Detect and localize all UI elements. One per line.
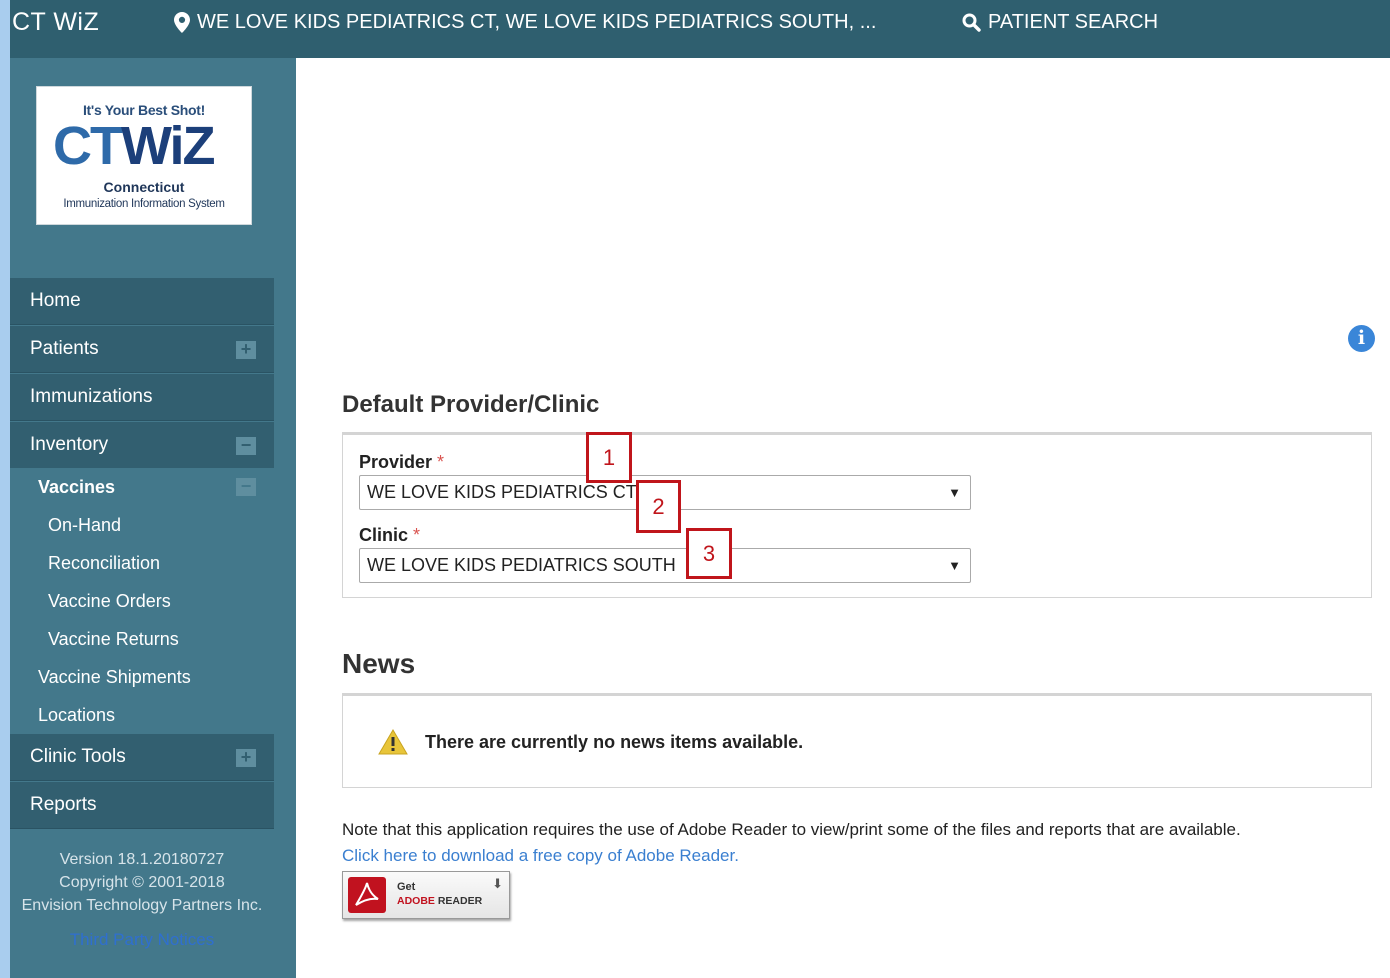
- sidebar-item-label: Vaccine Returns: [48, 629, 179, 649]
- news-panel: There are currently no news items availa…: [342, 693, 1372, 788]
- sidebar-nav: Home Patients + Immunizations Inventory …: [10, 278, 274, 830]
- sidebar-item-label: Immunizations: [30, 386, 153, 407]
- third-party-notices-link[interactable]: Third Party Notices: [10, 930, 274, 950]
- sidebar-item-immunizations[interactable]: Immunizations: [10, 374, 274, 421]
- sidebar-item-label: Inventory: [30, 434, 109, 455]
- download-arrow-icon: ⬇: [492, 876, 503, 891]
- sidebar-item-label: Reports: [30, 794, 97, 815]
- default-provider-title: Default Provider/Clinic: [342, 391, 600, 418]
- news-title: News: [342, 648, 416, 679]
- callout-2: 2: [636, 480, 681, 533]
- sidebar-item-home[interactable]: Home: [10, 278, 274, 325]
- top-bar: CT WiZ WE LOVE KIDS PEDIATRICS CT, WE LO…: [10, 0, 1390, 58]
- main-content: i Default Provider/Clinic Provider * WE L…: [296, 58, 1390, 978]
- badge-get-text: Get: [397, 881, 416, 893]
- expand-icon[interactable]: +: [236, 340, 256, 359]
- collapse-icon[interactable]: −: [236, 477, 256, 496]
- version-text: Version 18.1.20180727: [59, 851, 225, 868]
- sidebar-item-vaccine-returns[interactable]: Vaccine Returns: [10, 620, 274, 658]
- get-adobe-reader-button[interactable]: Get ADOBE READER ⬇: [342, 871, 510, 919]
- news-empty-message: There are currently no news items availa…: [425, 732, 804, 752]
- clinic-label: Clinic *: [359, 525, 420, 546]
- company-text: Envision Technology Partners Inc.: [21, 897, 263, 914]
- sidebar-item-label: On-Hand: [48, 515, 122, 535]
- location-text: WE LOVE KIDS PEDIATRICS CT, WE LOVE KIDS…: [197, 11, 877, 33]
- sidebar-item-reports[interactable]: Reports: [10, 782, 274, 829]
- sidebar-item-label: Patients: [30, 338, 99, 359]
- clinic-select-value: WE LOVE KIDS PEDIATRICS SOUTH: [367, 555, 676, 575]
- dropdown-arrow-icon: ▼: [948, 485, 961, 500]
- provider-select-value: WE LOVE KIDS PEDIATRICS CT: [367, 482, 637, 502]
- logo-system-name: Immunization Information System: [63, 198, 225, 210]
- patient-search-label: PATIENT SEARCH: [988, 11, 1159, 33]
- sidebar: It's Your Best Shot! CTWiZ Connecticut I…: [10, 58, 296, 978]
- clinic-label-text: Clinic: [359, 525, 409, 545]
- sidebar-item-vaccine-orders[interactable]: Vaccine Orders: [10, 582, 274, 620]
- clinic-select[interactable]: WE LOVE KIDS PEDIATRICS SOUTH ▼: [359, 548, 971, 583]
- inventory-submenu: Vaccines − On-Hand Reconciliation Vaccin…: [10, 468, 274, 734]
- badge-adobe-text: ADOBE: [397, 895, 435, 907]
- copyright-text: Copyright © 2001-2018: [59, 874, 225, 891]
- adobe-pdf-icon: [348, 877, 386, 913]
- collapse-icon[interactable]: −: [236, 436, 256, 455]
- required-asterisk: *: [437, 452, 445, 472]
- sidebar-item-label: Locations: [38, 705, 116, 725]
- logo-state: Connecticut: [103, 179, 185, 195]
- sidebar-item-patients[interactable]: Patients +: [10, 326, 274, 373]
- map-pin-icon: [174, 12, 190, 33]
- app-brand[interactable]: CT WiZ: [12, 8, 99, 37]
- badge-product-text: ADOBE READER: [397, 895, 482, 907]
- sidebar-item-locations[interactable]: Locations: [10, 696, 274, 734]
- sidebar-item-label: Reconciliation: [48, 553, 161, 573]
- location-selector[interactable]: WE LOVE KIDS PEDIATRICS CT, WE LOVE KIDS…: [174, 11, 876, 34]
- logo-mark-ct: CT: [53, 116, 123, 176]
- sidebar-item-label: Vaccine Orders: [48, 591, 171, 611]
- sidebar-item-vaccine-shipments[interactable]: Vaccine Shipments: [10, 658, 274, 696]
- adobe-note: Note that this application requires the …: [342, 820, 1241, 839]
- sidebar-item-label: Vaccine Shipments: [38, 667, 191, 687]
- callout-3: 3: [686, 528, 732, 579]
- sidebar-item-label: Clinic Tools: [30, 746, 126, 767]
- provider-label: Provider *: [359, 452, 444, 473]
- default-provider-panel: Provider * WE LOVE KIDS PEDIATRICS CT ▼ C…: [342, 432, 1372, 598]
- callout-1: 1: [586, 432, 632, 483]
- warning-icon: [378, 729, 408, 755]
- dropdown-arrow-icon: ▼: [948, 558, 961, 573]
- adobe-download-link[interactable]: Click here to download a free copy of Ad…: [342, 846, 739, 866]
- expand-icon[interactable]: +: [236, 748, 256, 767]
- sidebar-item-vaccines[interactable]: Vaccines −: [10, 468, 274, 506]
- version-info: Version 18.1.20180727 Copyright © 2001-2…: [10, 848, 274, 917]
- patient-search-link[interactable]: PATIENT SEARCH: [962, 11, 1158, 34]
- sidebar-item-clinic-tools[interactable]: Clinic Tools +: [10, 734, 274, 781]
- sidebar-item-reconciliation[interactable]: Reconciliation: [10, 544, 274, 582]
- sidebar-item-label: Home: [30, 290, 81, 311]
- sidebar-item-inventory[interactable]: Inventory −: [10, 422, 274, 468]
- logo-mark: CTWiZ: [53, 116, 215, 176]
- sidebar-item-label: Vaccines: [38, 477, 116, 497]
- ct-wiz-logo[interactable]: It's Your Best Shot! CTWiZ Connecticut I…: [36, 86, 252, 225]
- search-icon: [962, 13, 981, 32]
- provider-label-text: Provider: [359, 452, 433, 472]
- required-asterisk: *: [413, 525, 421, 545]
- sidebar-item-on-hand[interactable]: On-Hand: [10, 506, 274, 544]
- logo-mark-wiz: WiZ: [120, 116, 215, 176]
- info-icon[interactable]: i: [1348, 325, 1375, 352]
- badge-reader-text: READER: [437, 895, 483, 907]
